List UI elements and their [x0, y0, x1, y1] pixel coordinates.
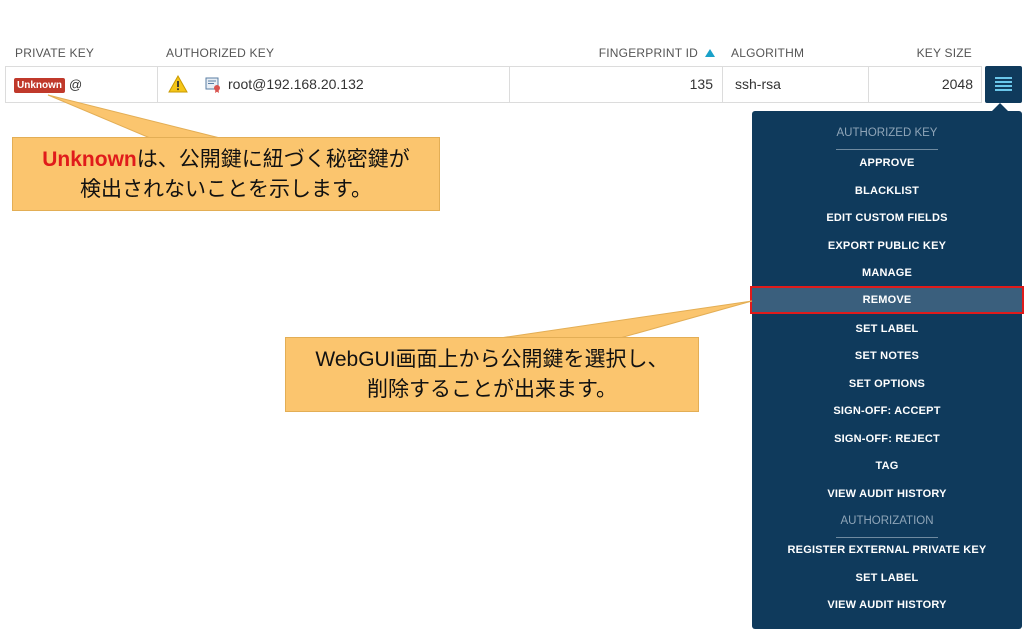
- callout-pointer-remove: [499, 300, 753, 339]
- callout-unknown-line1-rest: は、公開鍵に紐づく秘密鍵が: [136, 148, 410, 171]
- callout-pointers: [47, 94, 753, 339]
- callout-remove-explanation: WebGUI画面上から公開鍵を選択し、 削除することが出来ます。: [285, 337, 699, 412]
- callout-unknown-line2: 検出されないことを示します。: [80, 178, 372, 201]
- callout-unknown-explanation: Unknownは、公開鍵に紐づく秘密鍵が 検出されないことを示します。: [12, 137, 440, 211]
- callout-remove-line2: 削除することが出来ます。: [367, 378, 617, 401]
- callout-remove-line1: WebGUI画面上から公開鍵を選択し、: [315, 348, 669, 371]
- callout-unknown-line1: Unknownは、公開鍵に紐づく秘密鍵が: [13, 145, 439, 175]
- callout-pointer-unknown: [47, 94, 221, 139]
- callout-unknown-highlight: Unknown: [42, 148, 137, 171]
